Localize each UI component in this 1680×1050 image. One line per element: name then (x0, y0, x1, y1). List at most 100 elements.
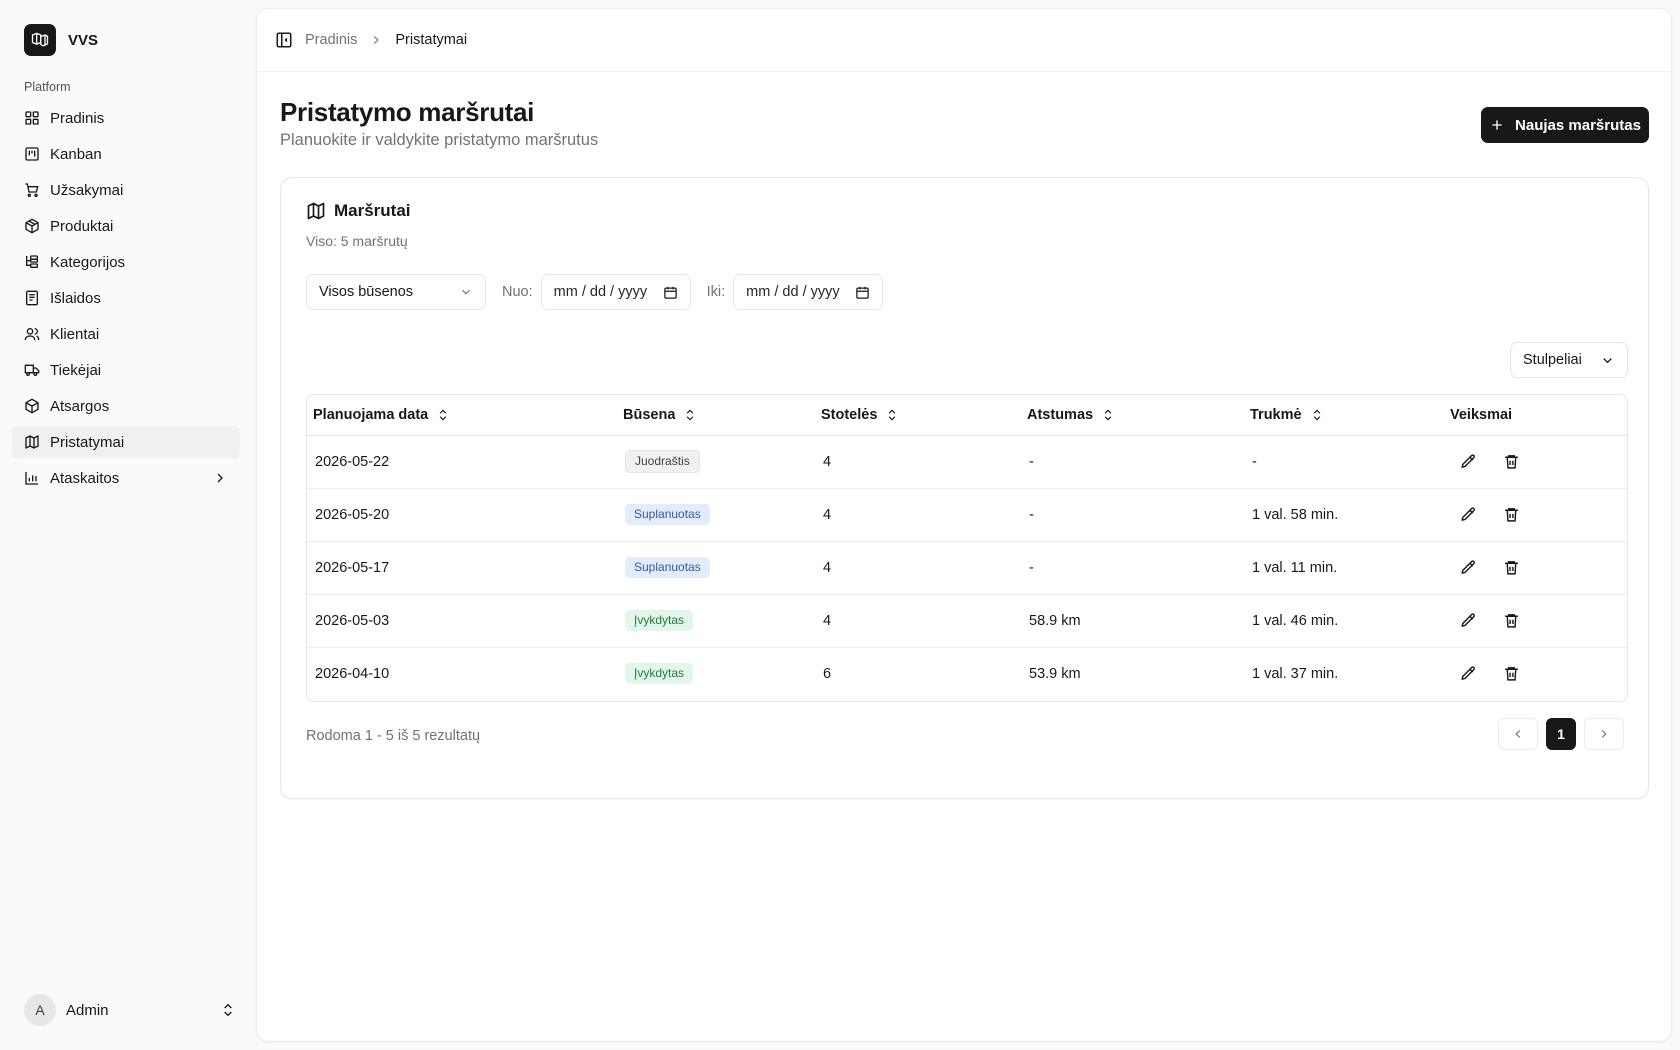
sidebar: VVS Platform Pradinis Kanban Užsakymai P… (0, 0, 256, 1050)
sidebar-item-kategorijos[interactable]: Kategorijos (12, 246, 240, 278)
new-route-button-label: Naujas maršrutas (1515, 116, 1641, 134)
cell-distance: - (1021, 488, 1244, 542)
column-header-actions: Veiksmai (1444, 395, 1627, 436)
pagination: 1 (1498, 718, 1624, 750)
trash-icon[interactable] (1503, 559, 1520, 576)
cell-distance: - (1021, 435, 1244, 489)
sidebar-item-klientai[interactable]: Klientai (12, 318, 240, 350)
status-select-value: Visos būsenos (319, 284, 414, 300)
chevron-right-icon (1601, 730, 1607, 738)
column-header-label: Trukmė (1250, 406, 1302, 423)
sidebar-item-ataskaitos[interactable]: Ataskaitos (12, 462, 240, 494)
trash-icon[interactable] (1503, 612, 1520, 629)
sort-icon (1104, 409, 1112, 421)
user-name: Admin (66, 1001, 109, 1019)
receipt-icon (26, 290, 38, 306)
trash-icon[interactable] (1503, 665, 1520, 682)
page-subtitle: Planuokite ir valdykite pristatymo maršr… (280, 131, 599, 149)
cell-status: Įvykdytas (617, 647, 815, 700)
user-menu[interactable]: A Admin (24, 994, 236, 1026)
table-row: 2026-05-17 Suplanuotas 4-1 val. 11 min. (307, 541, 1627, 595)
cell-distance: 58.9 km (1021, 594, 1244, 648)
edit-icon[interactable] (1460, 559, 1477, 576)
cell-stops: 4 (815, 488, 1021, 542)
trash-icon[interactable] (1503, 453, 1520, 470)
list-tree-icon (26, 255, 38, 268)
sidebar-item-islaidos[interactable]: Išlaidos (12, 282, 240, 314)
sidebar-nav: Pradinis Kanban Užsakymai Produktai Kate… (12, 102, 240, 498)
calendar-icon[interactable] (663, 285, 678, 300)
cell-actions (1444, 488, 1627, 542)
column-header-distance[interactable]: Atstumas (1021, 395, 1244, 436)
app-logo-icon (24, 24, 56, 56)
card-title-text: Maršrutai (334, 201, 411, 220)
sidebar-item-pristatymai[interactable]: Pristatymai (12, 426, 240, 458)
status-badge: Juodraštis (625, 450, 700, 473)
sidebar-item-label: Kanban (50, 145, 102, 163)
columns-button[interactable]: Stulpeliai (1510, 342, 1628, 378)
edit-icon[interactable] (1460, 612, 1477, 629)
sidebar-item-atsargos[interactable]: Atsargos (12, 390, 240, 422)
column-header-status[interactable]: Būsena (617, 395, 815, 436)
new-route-button[interactable]: Naujas maršrutas (1481, 107, 1649, 143)
column-header-duration[interactable]: Trukmė (1244, 395, 1444, 436)
sidebar-item-pradinis[interactable]: Pradinis (12, 102, 240, 134)
sort-icon (889, 409, 896, 421)
table-row: 2026-05-03 Įvykdytas 4 58.9 km 1 val. 46 min… (307, 594, 1627, 648)
bar-chart-icon (25, 472, 38, 485)
status-badge: Suplanuotas (625, 504, 710, 525)
sidebar-item-label: Pradinis (50, 109, 105, 127)
cell-date: 2026-05-03 (307, 594, 617, 648)
sidebar-toggle-icon[interactable] (275, 31, 293, 49)
next-page-button[interactable] (1584, 718, 1624, 750)
column-header-label: Stotelės (821, 406, 878, 423)
breadcrumb-separator-icon (374, 36, 379, 44)
sort-icon (439, 409, 447, 421)
chevron-left-icon (1515, 730, 1521, 738)
cell-duration: 1 val. 37 min. (1252, 665, 1339, 682)
main-panel: Pradinis Pristatymai Pristatymo maršruta… (256, 8, 1672, 1042)
cell-duration: 1 val. 11 min. (1244, 541, 1444, 595)
column-header-label: Būsena (623, 406, 676, 423)
sidebar-item-tiekejai[interactable]: Tiekėjai (12, 354, 240, 386)
avatar: A (24, 994, 56, 1026)
trash-icon[interactable] (1503, 506, 1520, 523)
cell-actions (1444, 435, 1627, 489)
breadcrumb-home[interactable]: Pradinis (305, 32, 357, 48)
status-select[interactable]: Visos būsenos (306, 274, 486, 310)
map-icon (307, 202, 325, 220)
column-header-date[interactable]: Planuojama data (307, 395, 617, 436)
cell-date: 2026-05-17 (307, 541, 617, 595)
cell-actions (1444, 647, 1627, 700)
table-row: 2026-05-20 Suplanuotas 4-1 val. 58 min. (307, 488, 1627, 542)
cell-duration: - (1244, 435, 1444, 489)
table-row: 2026-05-22 Juodraštis 4- - (307, 435, 1627, 489)
edit-icon[interactable] (1460, 665, 1477, 682)
cell-status: Suplanuotas (617, 541, 815, 595)
to-date-value: mm / dd / yyyy (746, 284, 840, 300)
sidebar-item-label: Atsargos (50, 397, 110, 415)
chevron-down-icon (1603, 357, 1612, 363)
table-row: 2026-04-10 Įvykdytas 6 53.9 km 1 val. 37 min… (307, 647, 1627, 700)
sidebar-item-kanban[interactable]: Kanban (12, 138, 240, 170)
sidebar-item-label: Užsakymai (50, 181, 124, 199)
users-icon (24, 328, 40, 341)
calendar-icon[interactable] (855, 285, 870, 300)
sidebar-item-produktai[interactable]: Produktai (12, 210, 240, 242)
card-title: Maršrutai (306, 201, 411, 221)
nav-group-label: Platform (24, 80, 71, 94)
edit-icon[interactable] (1460, 506, 1477, 523)
page-title: Pristatymo maršrutai (280, 97, 535, 127)
sidebar-item-uzsakymai[interactable]: Užsakymai (12, 174, 240, 206)
edit-icon[interactable] (1460, 453, 1477, 470)
sidebar-item-label: Išlaidos (50, 289, 101, 307)
results-summary: Rodoma 1 - 5 iš 5 rezultatų (306, 728, 481, 744)
brand[interactable]: VVS (24, 24, 98, 56)
page-number-button[interactable]: 1 (1546, 718, 1576, 750)
column-header-stops[interactable]: Stotelės (815, 395, 1021, 436)
sidebar-item-label: Ataskaitos (50, 469, 120, 487)
app-name: VVS (68, 31, 99, 49)
prev-page-button[interactable] (1498, 718, 1538, 750)
from-date-input[interactable]: mm / dd / yyyy (540, 274, 691, 310)
to-date-input[interactable]: mm / dd / yyyy (733, 274, 884, 310)
